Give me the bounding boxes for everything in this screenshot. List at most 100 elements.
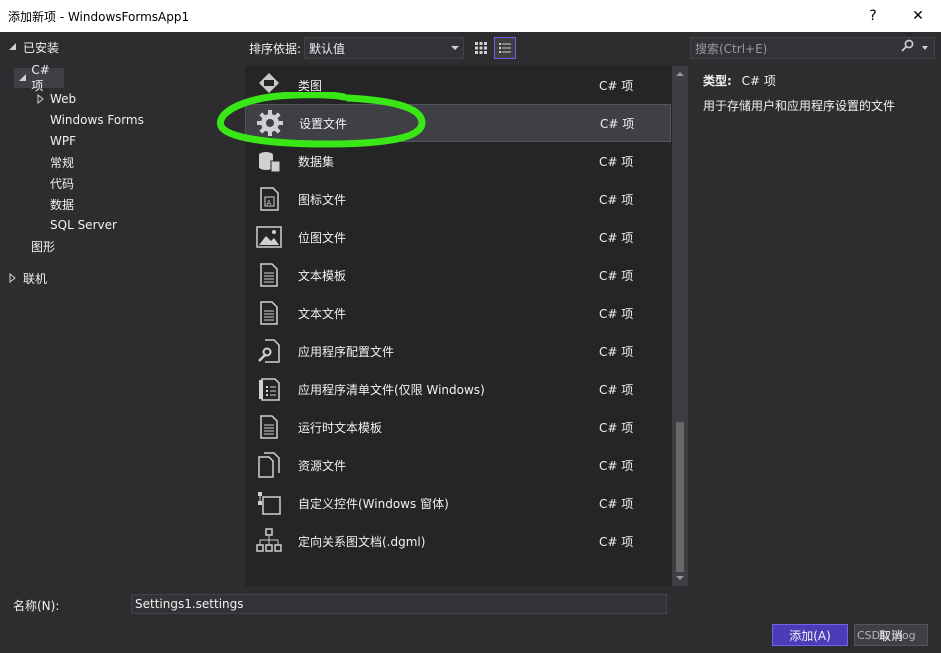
item-type: C# 项 bbox=[599, 192, 634, 207]
text-file-icon bbox=[255, 299, 283, 327]
list-item[interactable]: A 图标文件 C# 项 bbox=[245, 180, 671, 218]
scroll-up-arrow-icon[interactable] bbox=[676, 72, 684, 76]
item-name: 定向关系图文档(.dgml) bbox=[298, 534, 426, 549]
chevron-down-icon bbox=[451, 46, 459, 50]
list-item[interactable]: 文本文件 C# 项 bbox=[245, 294, 671, 332]
item-name: 数据集 bbox=[298, 154, 335, 169]
tree-item-code[interactable]: 代码 bbox=[50, 173, 74, 193]
search-icon[interactable] bbox=[901, 39, 914, 56]
help-button[interactable]: ? bbox=[850, 0, 896, 32]
tree-item-windows-forms-label: Windows Forms bbox=[50, 113, 144, 127]
sort-value: 默认值 bbox=[309, 42, 346, 56]
tree-item-graphics[interactable]: 图形 bbox=[31, 236, 55, 256]
tree-online-label: 联机 bbox=[23, 271, 48, 286]
tree-item-general-label: 常规 bbox=[50, 155, 75, 170]
list-item-selected[interactable]: 设置文件 C# 项 bbox=[245, 104, 671, 142]
grid-view-icon bbox=[475, 42, 487, 54]
tree-item-windows-forms[interactable]: Windows Forms bbox=[50, 110, 144, 130]
bitmap-icon bbox=[255, 223, 283, 251]
detail-type-label: 类型: bbox=[703, 74, 732, 88]
tree-installed-label: 已安装 bbox=[23, 40, 60, 55]
item-name: 应用程序配置文件 bbox=[298, 344, 395, 359]
tree-item-data-label: 数据 bbox=[50, 197, 75, 212]
detail-type: 类型: C# 项 bbox=[703, 72, 776, 89]
item-name: 文本模板 bbox=[298, 268, 347, 283]
tree-item-wpf[interactable]: WPF bbox=[50, 131, 76, 151]
list-item[interactable]: 自定义控件(Windows 窗体) C# 项 bbox=[245, 484, 671, 522]
item-type: C# 项 bbox=[599, 306, 634, 321]
sort-dropdown[interactable]: 默认值 bbox=[304, 37, 464, 59]
name-label: 名称(N): bbox=[13, 599, 60, 613]
name-input[interactable] bbox=[131, 594, 667, 614]
tree-item-general[interactable]: 常规 bbox=[50, 152, 74, 172]
tree-item-web-label: Web bbox=[50, 92, 77, 106]
list-view-button[interactable] bbox=[494, 37, 516, 59]
item-type: C# 项 bbox=[599, 230, 634, 245]
item-type: C# 项 bbox=[599, 382, 634, 397]
list-item[interactable]: 数据集 C# 项 bbox=[245, 142, 671, 180]
item-type: C# 项 bbox=[599, 420, 634, 435]
list-item[interactable]: 定向关系图文档(.dgml) C# 项 bbox=[245, 522, 671, 560]
tree-item-data[interactable]: 数据 bbox=[50, 194, 74, 214]
detail-type-value: C# 项 bbox=[741, 74, 776, 88]
dataset-icon bbox=[255, 147, 283, 175]
search-placeholder: 搜索(Ctrl+E) bbox=[695, 42, 768, 56]
item-type: C# 项 bbox=[599, 78, 634, 93]
list-item[interactable]: 资源文件 C# 项 bbox=[245, 446, 671, 484]
class-diagram-icon bbox=[255, 71, 283, 99]
custom-control-icon bbox=[255, 489, 283, 517]
list-item[interactable]: 运行时文本模板 C# 项 bbox=[245, 408, 671, 446]
tree-item-csharp[interactable]: C# 项 bbox=[14, 63, 64, 93]
gear-icon bbox=[256, 109, 284, 137]
tree-item-graphics-label: 图形 bbox=[31, 239, 56, 254]
collapsed-caret-icon bbox=[9, 273, 16, 283]
grid-view-button[interactable] bbox=[470, 37, 492, 59]
config-file-icon bbox=[255, 337, 283, 365]
item-type: C# 项 bbox=[599, 496, 634, 511]
detail-description: 用于存储用户和应用程序设置的文件 bbox=[703, 99, 896, 113]
tree-item-sql-server[interactable]: SQL Server bbox=[50, 215, 117, 235]
expanded-caret-icon bbox=[9, 43, 16, 50]
search-options-caret-icon[interactable] bbox=[922, 46, 928, 50]
list-item[interactable]: 类图 C# 项 bbox=[245, 66, 671, 104]
list-item[interactable]: 应用程序配置文件 C# 项 bbox=[245, 332, 671, 370]
dgml-icon bbox=[255, 527, 283, 555]
list-scrollbar[interactable] bbox=[672, 66, 688, 586]
sort-label: 排序依据: bbox=[249, 42, 302, 56]
runtime-template-icon bbox=[255, 413, 283, 441]
add-button[interactable]: 添加(A) bbox=[772, 624, 848, 646]
item-name: 位图文件 bbox=[298, 230, 347, 245]
window-title: 添加新项 - WindowsFormsApp1 bbox=[8, 10, 190, 24]
close-button[interactable]: ✕ bbox=[895, 0, 941, 32]
item-name: 自定义控件(Windows 窗体) bbox=[298, 496, 449, 511]
list-item[interactable]: 文本模板 C# 项 bbox=[245, 256, 671, 294]
watermark: CSDN blog bbox=[857, 629, 916, 642]
item-type: C# 项 bbox=[599, 268, 634, 283]
text-template-icon bbox=[255, 261, 283, 289]
search-input[interactable]: 搜索(Ctrl+E) bbox=[690, 37, 935, 59]
tree-item-web[interactable]: Web bbox=[36, 89, 76, 109]
tree-installed[interactable]: 已安装 bbox=[8, 37, 59, 57]
tree-item-sql-server-label: SQL Server bbox=[50, 218, 117, 232]
scroll-thumb[interactable] bbox=[676, 422, 684, 572]
tree-item-wpf-label: WPF bbox=[50, 134, 77, 148]
icon-file-icon: A bbox=[255, 185, 283, 213]
item-name: 运行时文本模板 bbox=[298, 420, 383, 435]
item-name: 设置文件 bbox=[299, 116, 348, 131]
tree-item-code-label: 代码 bbox=[50, 176, 75, 191]
manifest-icon bbox=[255, 375, 283, 403]
svg-text:A: A bbox=[267, 199, 272, 207]
list-item[interactable]: 应用程序清单文件(仅限 Windows) C# 项 bbox=[245, 370, 671, 408]
expanded-caret-icon bbox=[19, 74, 26, 81]
tree-online[interactable]: 联机 bbox=[8, 268, 47, 288]
item-type: C# 项 bbox=[599, 154, 634, 169]
title-bar: 添加新项 - WindowsFormsApp1 ? ✕ bbox=[0, 0, 941, 32]
item-type: C# 项 bbox=[599, 534, 634, 549]
item-type: C# 项 bbox=[600, 116, 635, 131]
scroll-down-arrow-icon[interactable] bbox=[676, 576, 684, 580]
item-type: C# 项 bbox=[599, 344, 634, 359]
item-name: 资源文件 bbox=[298, 458, 347, 473]
list-item[interactable]: 位图文件 C# 项 bbox=[245, 218, 671, 256]
item-name: 图标文件 bbox=[298, 192, 347, 207]
item-name: 文本文件 bbox=[298, 306, 347, 321]
